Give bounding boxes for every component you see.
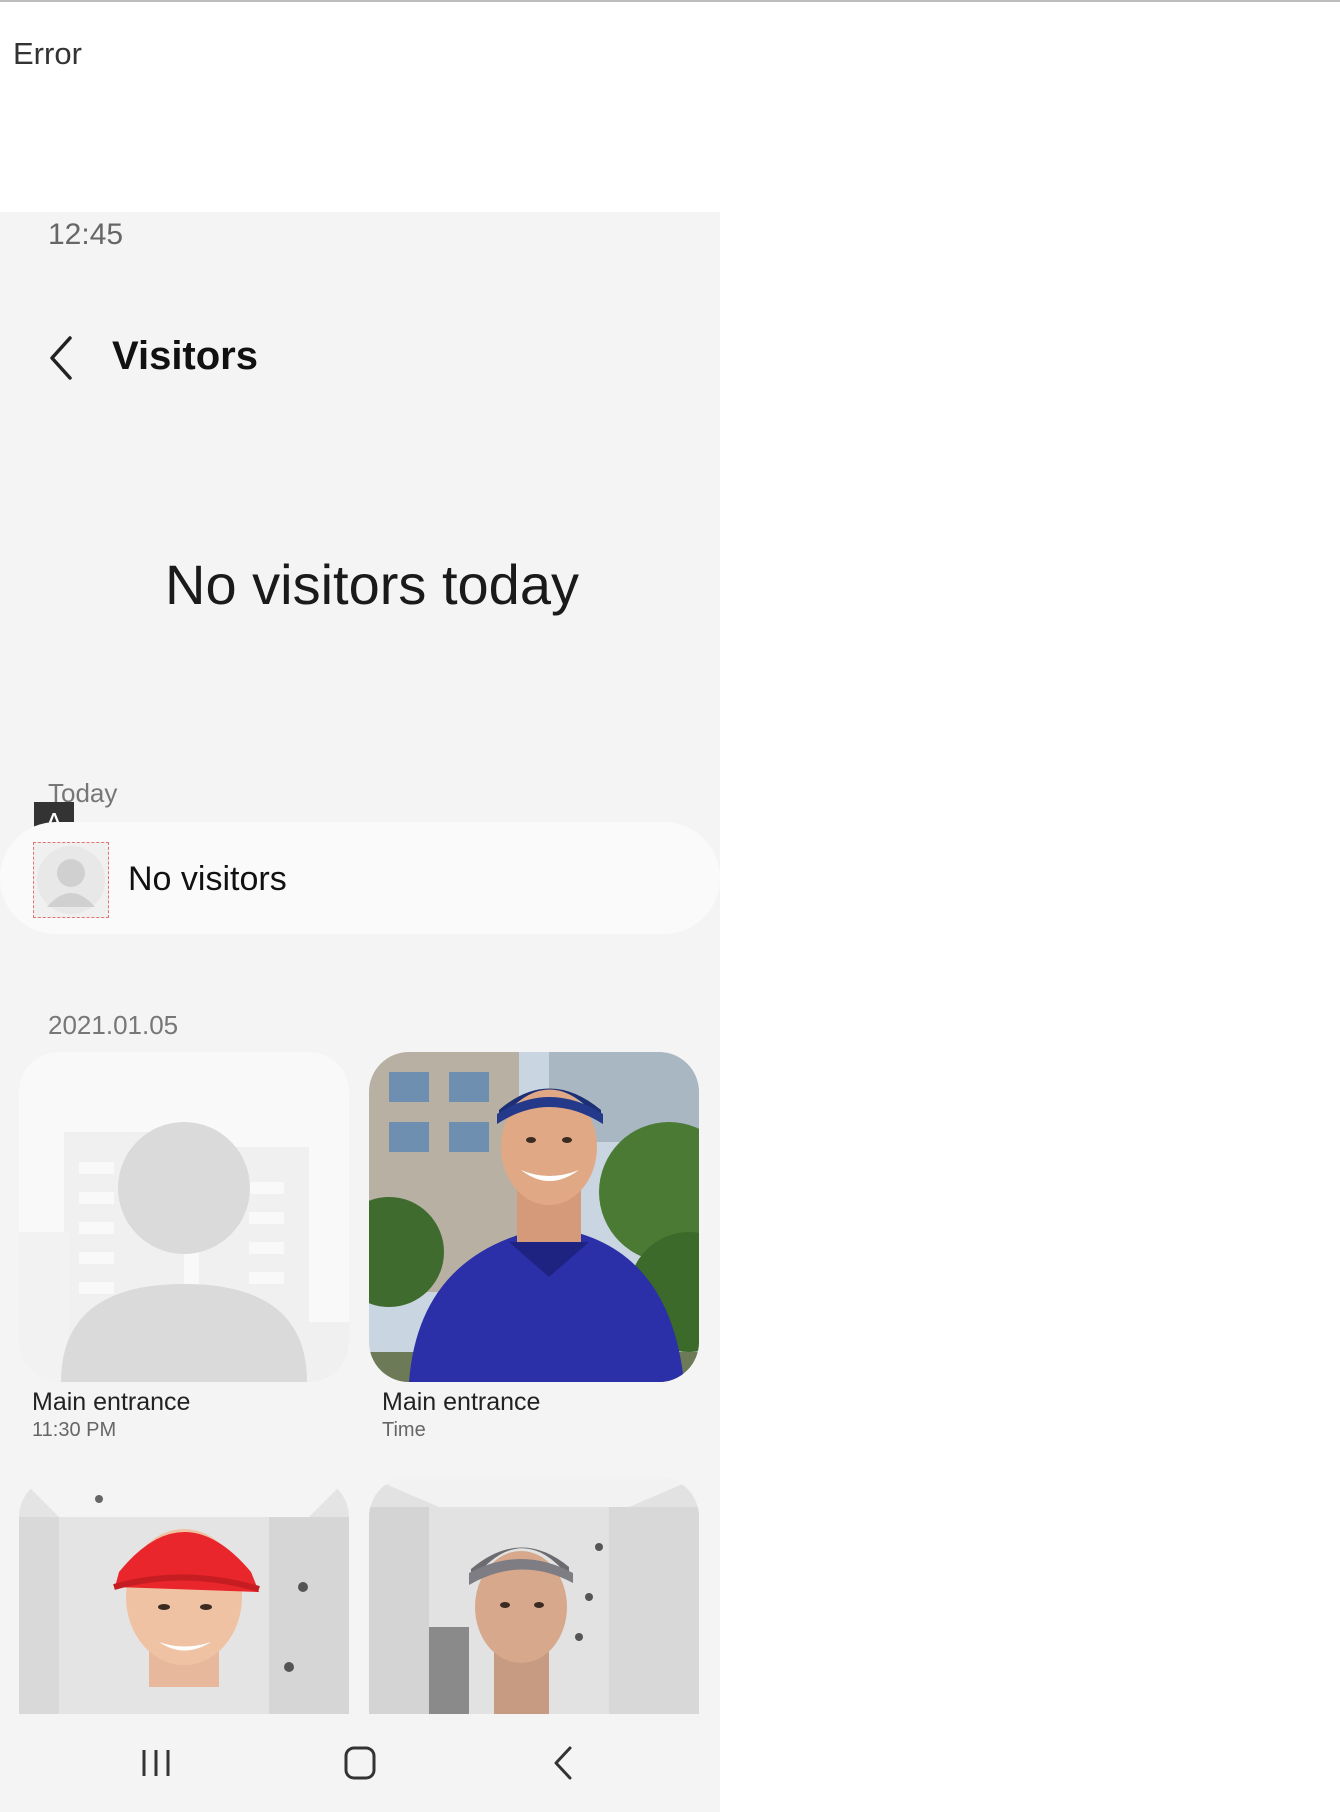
home-button[interactable] <box>330 1738 390 1788</box>
recent-apps-button[interactable] <box>126 1738 186 1788</box>
home-icon <box>344 1746 376 1780</box>
no-visitors-text: No visitors <box>128 860 287 898</box>
section-label-date: 2021.01.05 <box>48 1010 179 1040</box>
status-time: 12:45 <box>48 218 124 251</box>
page-title: Visitors <box>112 334 258 378</box>
delivery-man-photo <box>369 1052 699 1382</box>
visitor-thumbnail <box>369 1052 699 1382</box>
phone-screen: 12:45 Visitors No visitors today Today A… <box>0 212 720 1812</box>
visitor-location: Main entrance <box>382 1388 541 1416</box>
visitor-location: Main entrance <box>32 1388 191 1416</box>
visitor-thumbnail <box>19 1052 349 1382</box>
system-navbar <box>0 1714 720 1812</box>
system-back-button[interactable] <box>533 1738 593 1788</box>
visitor-time: 11:30 PM <box>32 1419 117 1441</box>
visitor-tile[interactable]: Main entrance 11:30 PM <box>19 1052 349 1442</box>
placeholder-person-icon <box>19 1052 349 1382</box>
visitor-tile[interactable]: Main entrance Time <box>369 1052 699 1442</box>
empty-state-message: No visitors today <box>165 553 579 616</box>
header: Visitors <box>0 322 720 392</box>
window-title: Error <box>13 36 82 71</box>
visitor-time: Time <box>382 1419 426 1441</box>
recent-apps-icon <box>142 1750 170 1776</box>
back-button[interactable] <box>40 326 86 386</box>
chevron-left-icon <box>50 336 72 380</box>
top-divider <box>0 0 1340 2</box>
person-placeholder-icon <box>37 846 105 914</box>
avatar <box>33 842 109 918</box>
back-icon <box>554 1746 572 1780</box>
